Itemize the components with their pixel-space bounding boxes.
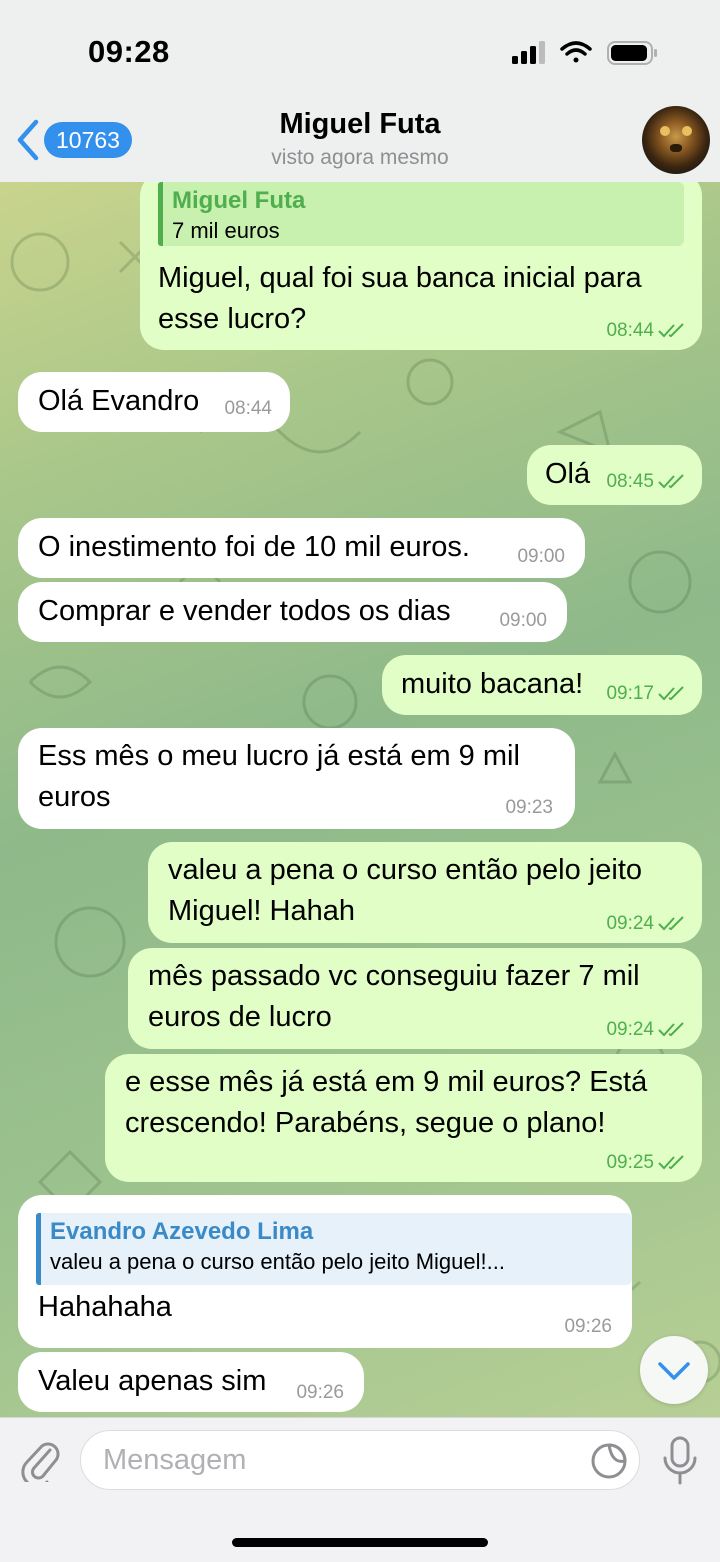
message-meta: 08:45: [606, 471, 686, 493]
chat-header: 10763 Miguel Futa visto agora mesmo: [0, 100, 720, 183]
message-time: 08:44: [224, 398, 272, 419]
message-text: e esse mês já está em 9 mil euros? Está …: [125, 1066, 648, 1139]
message-bubble-outgoing[interactable]: valeu a pena o curso então pelo jeito Mi…: [148, 842, 702, 943]
reply-text: valeu a pena o curso então pelo jeito Mi…: [50, 1249, 505, 1274]
double-check-icon: [658, 1155, 684, 1170]
message-bubble-incoming[interactable]: Ess mês o meu lucro já está em 9 mil eur…: [18, 728, 575, 829]
double-check-icon: [658, 1022, 684, 1037]
message-input[interactable]: [80, 1430, 640, 1490]
double-check-icon: [658, 916, 684, 931]
message-bubble-incoming[interactable]: Evandro Azevedo Lima valeu a pena o curs…: [18, 1195, 632, 1348]
message-time: 09:25: [606, 1152, 654, 1173]
message-bubble-incoming[interactable]: Olá Evandro 08:44: [18, 372, 290, 432]
reply-quote[interactable]: Evandro Azevedo Lima valeu a pena o curs…: [36, 1213, 632, 1285]
status-bar: 09:28: [0, 0, 720, 100]
message-time: 08:45: [606, 471, 654, 492]
message-time: 09:24: [606, 913, 654, 934]
reply-quote[interactable]: Miguel Futa 7 mil euros: [158, 182, 684, 246]
message-bubble-outgoing[interactable]: e esse mês já está em 9 mil euros? Está …: [105, 1054, 702, 1182]
message-time: 09:17: [606, 683, 654, 704]
double-check-icon: [658, 474, 684, 489]
status-time: 09:28: [88, 34, 170, 69]
chat-messages-area[interactable]: Miguel Futa 7 mil euros Miguel, qual foi…: [0, 182, 720, 1417]
chevron-down-icon: [658, 1362, 690, 1380]
message-time: 09:24: [606, 1019, 654, 1040]
message-time: 09:00: [499, 610, 547, 631]
message-bubble-incoming[interactable]: Comprar e vender todos os dias 09:00: [18, 582, 567, 642]
message-meta: 08:44: [606, 320, 686, 342]
message-bubble-incoming[interactable]: O inestimento foi de 10 mil euros. 09:00: [18, 518, 585, 578]
message-text: valeu a pena o curso então pelo jeito Mi…: [168, 854, 643, 927]
message-text: mês passado vc conseguiu fazer 7 mil eur…: [148, 960, 640, 1033]
message-text: Comprar e vender todos os dias: [38, 595, 451, 627]
chat-last-seen: visto agora mesmo: [271, 146, 449, 169]
message-text: Hahahaha: [38, 1291, 172, 1323]
reply-sender: Miguel Futa: [172, 187, 306, 214]
message-text: O inestimento foi de 10 mil euros.: [38, 531, 470, 563]
message-bubble-outgoing[interactable]: Olá 08:45: [527, 445, 702, 505]
message-text: Miguel, qual foi sua banca inicial para …: [158, 262, 642, 335]
message-time: 08:44: [606, 320, 654, 341]
double-check-icon: [658, 323, 684, 338]
message-bubble-outgoing[interactable]: muito bacana! 09:17: [382, 655, 702, 715]
message-meta: 09:24: [606, 1019, 686, 1041]
home-indicator[interactable]: [232, 1538, 488, 1547]
sticker-icon[interactable]: [590, 1442, 628, 1480]
reply-sender: Evandro Azevedo Lima: [50, 1218, 314, 1245]
status-icons: [512, 41, 657, 65]
microphone-icon[interactable]: [662, 1436, 698, 1486]
message-time: 09:23: [505, 797, 553, 818]
scroll-to-bottom-button[interactable]: [640, 1336, 708, 1404]
message-time: 09:26: [296, 1382, 344, 1403]
message-time: 09:26: [564, 1316, 612, 1337]
message-meta: 09:25: [606, 1152, 686, 1174]
battery-icon: [607, 41, 657, 65]
message-bubble-incoming[interactable]: Valeu apenas sim 09:26: [18, 1352, 364, 1412]
reply-text: 7 mil euros: [172, 218, 280, 243]
double-check-icon: [658, 686, 684, 701]
chat-title[interactable]: Miguel Futa: [0, 108, 720, 141]
message-bubble-outgoing[interactable]: mês passado vc conseguiu fazer 7 mil eur…: [128, 948, 702, 1049]
signal-icon: [512, 41, 545, 64]
message-text: Ess mês o meu lucro já está em 9 mil eur…: [38, 740, 520, 813]
paperclip-icon[interactable]: [20, 1436, 60, 1482]
message-time: 09:00: [517, 546, 565, 567]
wifi-icon: [560, 41, 592, 63]
message-bubble-outgoing[interactable]: Miguel Futa 7 mil euros Miguel, qual foi…: [140, 182, 702, 350]
message-meta: 09:17: [606, 683, 686, 705]
avatar[interactable]: [642, 106, 710, 174]
message-meta: 09:24: [606, 913, 686, 935]
